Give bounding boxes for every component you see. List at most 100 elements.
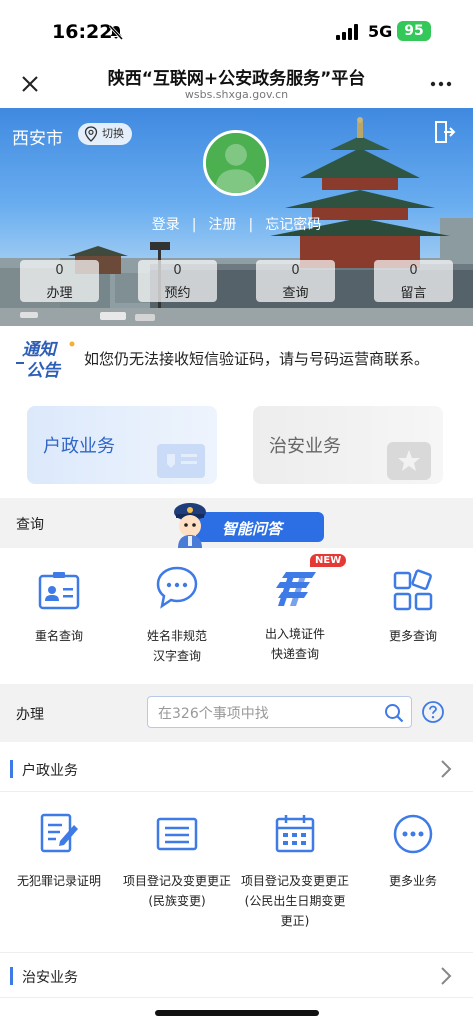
signal-icon [336,24,358,40]
stat-chaxun[interactable]: 0 查询 [256,260,335,302]
stat-banli[interactable]: 0 办理 [20,260,99,302]
switch-city-button[interactable]: 切换 [78,123,132,145]
notice-badge-line1: 通知 [22,340,59,360]
grid-icon [393,569,433,611]
handle-item-label: 更多业务 [388,874,437,888]
handle-header-label: 办理 [16,707,44,723]
more-circle-icon [393,814,433,854]
huzheng-subheader-label: 户政业务 [22,763,78,779]
stat-count: 0 [173,263,182,278]
new-badge: NEW [310,554,347,567]
notice-badge-line2: 公告 [26,361,62,380]
zhian-subheader-label: 治安业务 [22,970,78,986]
search-input[interactable]: 在326个事项中找 [147,696,412,728]
huzheng-card[interactable]: 户政业务 [27,406,217,484]
accent-bar [10,760,13,778]
police-badge-icon [387,442,431,480]
query-item-churujing[interactable]: 出入境证件 快递查询 [236,548,354,684]
network-type: 5G [368,22,393,41]
huzheng-subheader[interactable]: 户政业务 [0,746,473,792]
close-icon[interactable] [18,72,42,96]
stat-liuyan[interactable]: 0 留言 [374,260,453,302]
assistant-label: 智能问答 [222,520,283,538]
zhian-subheader[interactable]: 治安业务 [0,952,473,998]
handle-item-label: 项目登记及变更更正 [240,874,349,888]
forgot-password-link[interactable]: 忘记密码 [265,217,321,233]
query-grid: 重名查询 姓名非规范 汉字查询 出入境证件 快递查询 更多查询 [0,548,473,684]
auth-links: 登录 | 注册 | 忘记密码 [130,214,343,234]
page-title: 陕西“互联网+公安政务服务”平台 [107,69,366,89]
notice-text: 如您仍无法接收短信验证码，请与号码运营商联系。 [84,350,430,368]
location-pin-icon [84,126,98,142]
chevron-right-icon [441,967,452,985]
assistant-pill: 智能问答 [196,512,324,542]
stat-label: 查询 [282,286,309,301]
handle-item-label: 无犯罪记录证明 [16,874,101,888]
ems-logo-icon [276,572,316,606]
auth-separator: | [191,217,197,233]
city-name: 西安市 [12,129,63,149]
user-avatar-icon [206,133,266,193]
chat-bubble-icon [156,566,198,609]
zhian-card[interactable]: 治安业务 [253,406,443,484]
handle-item-more[interactable]: 更多业务 [354,793,472,945]
switch-city-label: 切换 [102,127,124,140]
logout-icon[interactable] [433,120,457,144]
query-item-chongming[interactable]: 重名查询 [0,548,118,684]
query-item-more[interactable]: 更多查询 [354,548,472,684]
home-indicator[interactable] [155,1010,319,1016]
nav-bar: 陕西“互联网+公安政务服务”平台 wsbs.shxga.gov.cn [0,60,473,108]
handle-item-minzu[interactable]: 项目登记及变更更正 (民族变更) [118,793,236,945]
notice-bar[interactable]: 通知 公告 如您仍无法接收短信验证码，请与号码运营商联系。 [0,326,473,388]
auth-separator: | [248,217,254,233]
stat-count: 0 [409,263,418,278]
stat-label: 留言 [400,286,427,301]
stat-count: 0 [291,263,300,278]
handle-item-label-2: (公民出生日期变更 [244,894,346,908]
query-item-label-2: 汉字查询 [152,649,201,663]
police-robot-icon [174,503,206,548]
zhian-card-label: 治安业务 [269,436,341,457]
calendar-icon [275,815,315,853]
handle-item-label-2: (民族变更) [148,894,206,908]
bell-muted-icon [108,24,124,40]
query-item-label: 重名查询 [34,629,83,643]
handle-grid: 无犯罪记录证明 项目登记及变更更正 (民族变更) 项目登记及变更更正 (公民出生… [0,793,473,945]
status-time: 16:22 [52,21,113,43]
search-icon[interactable] [383,702,405,724]
smart-assistant-button[interactable]: 智能问答 [170,500,330,548]
handle-item-label-3: 更正) [280,914,310,928]
notice-badge-icon: 通知 公告 [16,340,75,380]
register-link[interactable]: 注册 [209,217,237,233]
query-item-label: 姓名非规范 [146,629,207,643]
battery-indicator: 95 [397,21,431,41]
avatar[interactable] [203,130,269,196]
form-icon [156,817,198,851]
help-icon[interactable] [421,700,445,724]
huzheng-card-label: 户政业务 [43,436,115,457]
document-edit-icon [40,813,78,853]
search-placeholder: 在326个事项中找 [158,706,269,722]
id-document-icon [157,444,205,478]
handle-item-label: 项目登记及变更更正 [122,874,231,888]
more-options-icon[interactable] [429,73,453,95]
query-header-label: 查询 [16,517,44,533]
stat-count: 0 [55,263,64,278]
handle-item-chusheng[interactable]: 项目登记及变更更正 (公民出生日期变更 更正) [236,793,354,945]
status-bar: 16:22 5G 95 [0,0,473,60]
handle-item-wufanzui[interactable]: 无犯罪记录证明 [0,793,118,945]
business-cards: 户政业务 治安业务 [0,388,473,498]
page: { "status_bar": { "time": "16:22", "netw… [0,0,473,1024]
chevron-right-icon [441,760,452,778]
query-item-label: 出入境证件 [264,627,325,641]
stat-yuyue[interactable]: 0 预约 [138,260,217,302]
query-item-xingming[interactable]: 姓名非规范 汉字查询 [118,548,236,684]
stat-label: 预约 [164,286,191,301]
login-link[interactable]: 登录 [152,217,180,233]
stats-bar: 0 办理 0 预约 0 查询 0 留言 [20,260,455,302]
query-item-label-2: 快递查询 [270,647,319,661]
accent-bar [10,967,13,985]
stat-label: 办理 [46,286,73,301]
id-card-icon [38,572,80,610]
page-url: wsbs.shxga.gov.cn [184,88,289,101]
